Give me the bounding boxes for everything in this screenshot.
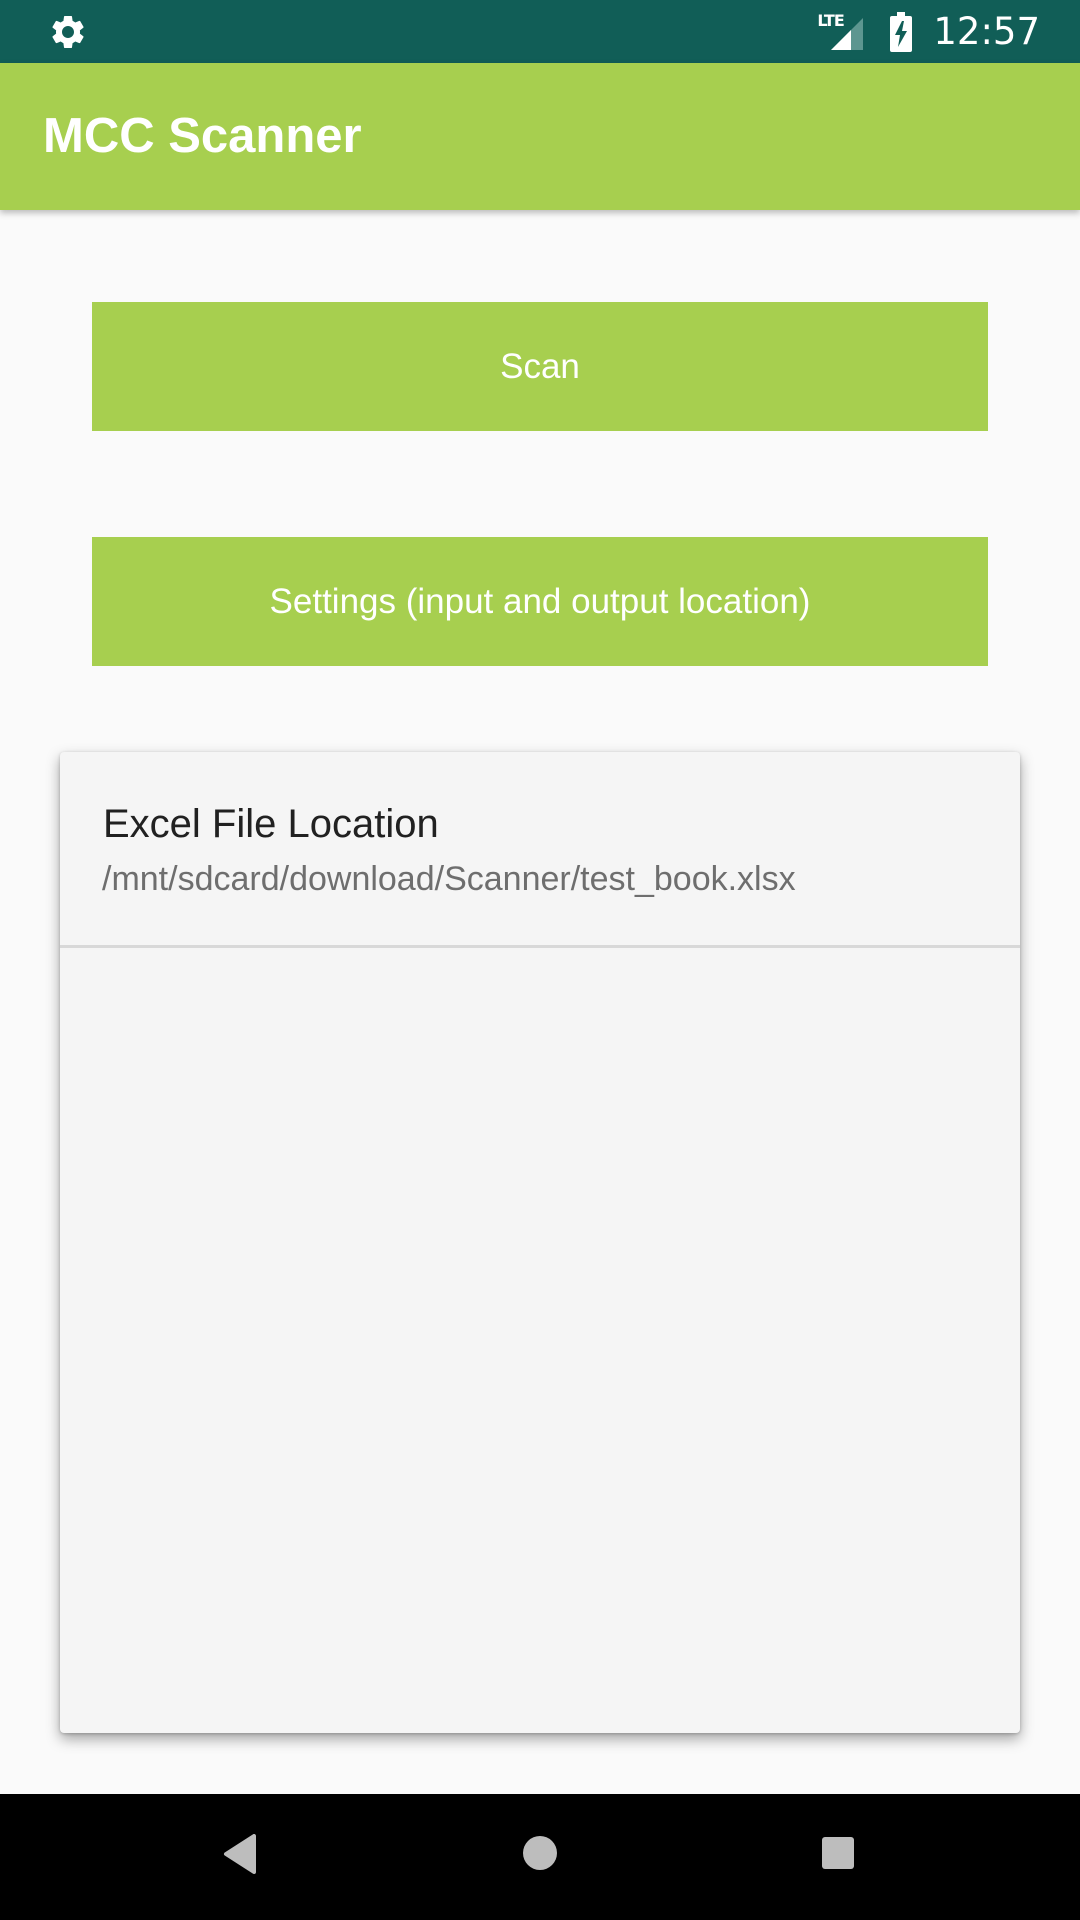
status-clock: 12:57 [933,10,1040,53]
app-title: MCC Scanner [43,109,362,163]
file-location-card: Excel File Location /mnt/sdcard/download… [60,752,1020,1733]
recents-icon[interactable] [821,1836,855,1870]
battery-charging-icon [890,11,913,52]
app-bar: MCC Scanner [0,63,1080,210]
home-icon[interactable] [522,1835,558,1871]
list-item-excel-file-location[interactable]: Excel File Location /mnt/sdcard/download… [60,752,1020,948]
gear-icon [52,15,84,48]
back-icon[interactable] [222,1834,256,1874]
list-item-title: Excel File Location [103,802,439,846]
lte-signal-icon: LTE [817,11,867,52]
navigation-bar [0,1794,1080,1920]
scan-button[interactable]: Scan [92,302,988,431]
settings-button[interactable]: Settings (input and output location) [92,537,988,666]
status-bar: LTE 12:57 [0,0,1080,63]
list-item-subtitle: /mnt/sdcard/download/Scanner/test_book.x… [102,860,796,898]
status-icons: LTE 12:57 [817,0,1040,63]
app-screen: LTE 12:57 MCC Scanner Scan Settings (inp… [0,0,1080,1920]
